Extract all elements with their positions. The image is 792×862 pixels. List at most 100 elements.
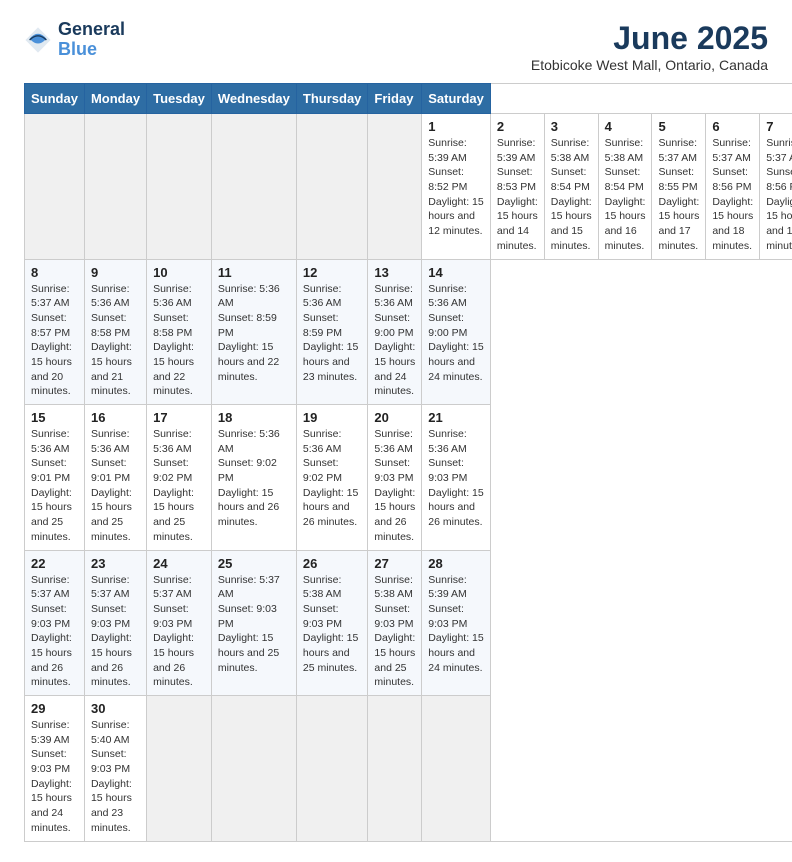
calendar-cell: 10 Sunrise: 5:36 AMSunset: 8:58 PMDayligh… <box>147 259 212 405</box>
weekday-header-thursday: Thursday <box>296 84 368 114</box>
day-number: 22 <box>31 556 78 571</box>
day-info: Sunrise: 5:36 AMSunset: 9:03 PMDaylight:… <box>374 427 415 545</box>
calendar-cell: 7 Sunrise: 5:37 AMSunset: 8:56 PMDaylight… <box>760 114 792 260</box>
day-info: Sunrise: 5:37 AMSunset: 9:03 PMDaylight:… <box>91 573 140 691</box>
day-number: 6 <box>712 119 753 134</box>
calendar-cell: 23 Sunrise: 5:37 AMSunset: 9:03 PMDayligh… <box>84 550 146 696</box>
day-info: Sunrise: 5:36 AMSunset: 9:03 PMDaylight:… <box>428 427 484 530</box>
day-info: Sunrise: 5:36 AMSunset: 8:58 PMDaylight:… <box>91 282 140 400</box>
calendar-cell <box>147 696 212 842</box>
day-info: Sunrise: 5:36 AMSunset: 9:00 PMDaylight:… <box>374 282 415 400</box>
calendar-cell <box>25 114 85 260</box>
day-number: 10 <box>153 265 205 280</box>
calendar-cell: 13Sunrise: 5:36 AMSunset: 9:00 PMDayligh… <box>368 259 422 405</box>
calendar-cell: 16 Sunrise: 5:36 AMSunset: 9:01 PMDayligh… <box>84 405 146 551</box>
weekday-header-wednesday: Wednesday <box>211 84 296 114</box>
calendar-cell: 28 Sunrise: 5:39 AMSunset: 9:03 PMDayligh… <box>422 550 491 696</box>
weekday-header-saturday: Saturday <box>422 84 491 114</box>
weekday-header-monday: Monday <box>84 84 146 114</box>
day-number: 4 <box>605 119 646 134</box>
day-info: Sunrise: 5:36 AMSunset: 9:02 PMDaylight:… <box>153 427 205 545</box>
calendar-cell: 29Sunrise: 5:39 AMSunset: 9:03 PMDayligh… <box>25 696 85 842</box>
day-number: 14 <box>428 265 484 280</box>
calendar-cell: 15Sunrise: 5:36 AMSunset: 9:01 PMDayligh… <box>25 405 85 551</box>
day-number: 5 <box>658 119 699 134</box>
calendar-cell: 22 Sunrise: 5:37 AMSunset: 9:03 PMDayligh… <box>25 550 85 696</box>
day-info: Sunrise: 5:37 AMSunset: 9:03 PMDaylight:… <box>31 573 78 691</box>
calendar-week-row: 8Sunrise: 5:37 AMSunset: 8:57 PMDaylight… <box>25 259 792 405</box>
calendar-cell <box>422 696 491 842</box>
calendar-week-row: 29Sunrise: 5:39 AMSunset: 9:03 PMDayligh… <box>25 696 792 842</box>
day-info: Sunrise: 5:38 AMSunset: 9:03 PMDaylight:… <box>374 573 415 691</box>
day-number: 1 <box>428 119 484 134</box>
day-number: 24 <box>153 556 205 571</box>
day-number: 16 <box>91 410 140 425</box>
day-info: Sunrise: 5:36 AMSunset: 9:01 PMDaylight:… <box>91 427 140 545</box>
day-info: Sunrise: 5:36 AMSunset: 9:02 PMDaylight:… <box>218 427 290 530</box>
day-number: 8 <box>31 265 78 280</box>
day-number: 11 <box>218 265 290 280</box>
calendar-cell: 24Sunrise: 5:37 AMSunset: 9:03 PMDayligh… <box>147 550 212 696</box>
day-number: 26 <box>303 556 362 571</box>
location: Etobicoke West Mall, Ontario, Canada <box>531 57 768 73</box>
day-info: Sunrise: 5:39 AMSunset: 9:03 PMDaylight:… <box>31 718 78 836</box>
day-info: Sunrise: 5:36 AMSunset: 9:01 PMDaylight:… <box>31 427 78 545</box>
calendar-cell: 11 Sunrise: 5:36 AMSunset: 8:59 PMDayligh… <box>211 259 296 405</box>
calendar-week-row: 15Sunrise: 5:36 AMSunset: 9:01 PMDayligh… <box>25 405 792 551</box>
weekday-header-tuesday: Tuesday <box>147 84 212 114</box>
day-info: Sunrise: 5:39 AMSunset: 8:53 PMDaylight:… <box>497 136 538 254</box>
day-info: Sunrise: 5:40 AMSunset: 9:03 PMDaylight:… <box>91 718 140 836</box>
day-info: Sunrise: 5:37 AMSunset: 8:56 PMDaylight:… <box>712 136 753 254</box>
calendar-cell: 12Sunrise: 5:36 AMSunset: 8:59 PMDayligh… <box>296 259 368 405</box>
day-info: Sunrise: 5:37 AMSunset: 8:55 PMDaylight:… <box>658 136 699 254</box>
day-info: Sunrise: 5:36 AMSunset: 8:58 PMDaylight:… <box>153 282 205 400</box>
calendar-cell: 20 Sunrise: 5:36 AMSunset: 9:03 PMDayligh… <box>368 405 422 551</box>
calendar-cell <box>296 114 368 260</box>
calendar-cell <box>368 696 422 842</box>
calendar-week-row: 1 Sunrise: 5:39 AMSunset: 8:52 PMDaylight… <box>25 114 792 260</box>
day-info: Sunrise: 5:38 AMSunset: 9:03 PMDaylight:… <box>303 573 362 676</box>
day-info: Sunrise: 5:39 AMSunset: 8:52 PMDaylight:… <box>428 136 484 239</box>
calendar-cell: 5 Sunrise: 5:37 AMSunset: 8:55 PMDaylight… <box>652 114 706 260</box>
calendar-cell <box>211 696 296 842</box>
day-number: 9 <box>91 265 140 280</box>
day-info: Sunrise: 5:39 AMSunset: 9:03 PMDaylight:… <box>428 573 484 676</box>
calendar-cell <box>147 114 212 260</box>
weekday-header-sunday: Sunday <box>25 84 85 114</box>
calendar-week-row: 22 Sunrise: 5:37 AMSunset: 9:03 PMDayligh… <box>25 550 792 696</box>
day-number: 2 <box>497 119 538 134</box>
day-info: Sunrise: 5:38 AMSunset: 8:54 PMDaylight:… <box>605 136 646 254</box>
calendar-cell: 2 Sunrise: 5:39 AMSunset: 8:53 PMDaylight… <box>490 114 544 260</box>
day-info: Sunrise: 5:38 AMSunset: 8:54 PMDaylight:… <box>551 136 592 254</box>
calendar-cell: 14 Sunrise: 5:36 AMSunset: 9:00 PMDayligh… <box>422 259 491 405</box>
day-number: 27 <box>374 556 415 571</box>
calendar-cell: 6 Sunrise: 5:37 AMSunset: 8:56 PMDaylight… <box>706 114 760 260</box>
logo-line2: Blue <box>58 40 125 60</box>
day-info: Sunrise: 5:36 AMSunset: 9:02 PMDaylight:… <box>303 427 362 530</box>
day-number: 19 <box>303 410 362 425</box>
page-header: General Blue June 2025 Etobicoke West Ma… <box>24 20 768 73</box>
day-number: 28 <box>428 556 484 571</box>
logo-line1: General <box>58 20 125 40</box>
day-info: Sunrise: 5:36 AMSunset: 9:00 PMDaylight:… <box>428 282 484 385</box>
calendar-cell: 9 Sunrise: 5:36 AMSunset: 8:58 PMDaylight… <box>84 259 146 405</box>
calendar: SundayMondayTuesdayWednesdayThursdayFrid… <box>24 83 792 842</box>
calendar-cell <box>211 114 296 260</box>
title-block: June 2025 Etobicoke West Mall, Ontario, … <box>531 20 768 73</box>
calendar-cell: 21 Sunrise: 5:36 AMSunset: 9:03 PMDayligh… <box>422 405 491 551</box>
day-info: Sunrise: 5:36 AMSunset: 8:59 PMDaylight:… <box>303 282 362 385</box>
day-info: Sunrise: 5:36 AMSunset: 8:59 PMDaylight:… <box>218 282 290 385</box>
day-number: 21 <box>428 410 484 425</box>
day-number: 30 <box>91 701 140 716</box>
calendar-cell: 3Sunrise: 5:38 AMSunset: 8:54 PMDaylight… <box>544 114 598 260</box>
logo: General Blue <box>24 20 125 60</box>
calendar-cell <box>296 696 368 842</box>
weekday-header-friday: Friday <box>368 84 422 114</box>
day-info: Sunrise: 5:37 AMSunset: 8:56 PMDaylight:… <box>766 136 792 254</box>
day-info: Sunrise: 5:37 AMSunset: 9:03 PMDaylight:… <box>218 573 290 676</box>
day-number: 20 <box>374 410 415 425</box>
calendar-cell <box>368 114 422 260</box>
day-number: 23 <box>91 556 140 571</box>
calendar-cell: 1 Sunrise: 5:39 AMSunset: 8:52 PMDaylight… <box>422 114 491 260</box>
day-number: 7 <box>766 119 792 134</box>
